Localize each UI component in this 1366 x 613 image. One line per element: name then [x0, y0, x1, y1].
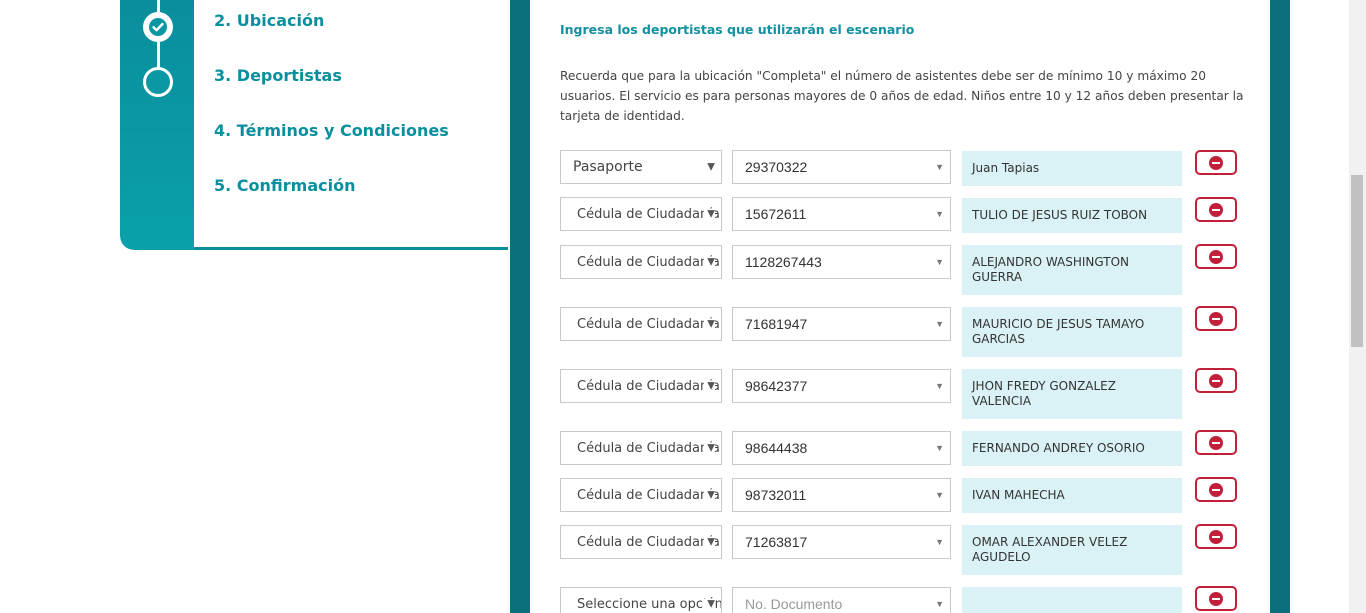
doc-number-field[interactable]: No. Documento ▼	[732, 587, 951, 613]
page: 2. Ubicación 3. Deportistas 4. Términos …	[0, 0, 1366, 613]
doc-number-field[interactable]: 71681947 ▼	[732, 307, 951, 341]
remove-athlete-button[interactable]	[1195, 430, 1237, 455]
athlete-name: JHON FREDY GONZALEZ VALENCIA	[962, 369, 1182, 419]
minus-circle-icon	[1209, 202, 1223, 217]
doc-number-value: 98642377	[745, 378, 808, 394]
doc-number-value: 15672611	[745, 206, 807, 222]
minus-circle-icon	[1209, 155, 1223, 170]
remove-athlete-button[interactable]	[1195, 368, 1237, 393]
minus-circle-icon	[1209, 529, 1223, 544]
dropdown-arrow-icon: ▼	[935, 599, 944, 609]
athlete-name: IVAN MAHECHA	[962, 478, 1182, 513]
scrollbar-thumb[interactable]	[1351, 175, 1363, 347]
doc-type-select[interactable]: Cédula de Ciudadanía ▼	[560, 525, 722, 559]
dropdown-arrow-icon: ▼	[935, 381, 944, 391]
doc-type-value: Cédula de Ciudadanía	[577, 206, 720, 222]
doc-type-value: Cédula de Ciudadanía	[577, 378, 720, 394]
athlete-name: ALEJANDRO WASHINGTON GUERRA	[962, 245, 1182, 295]
athlete-name	[962, 587, 1182, 613]
dropdown-arrow-icon: ▼	[704, 380, 715, 392]
athlete-name: OMAR ALEXANDER VELEZ AGUDELO	[962, 525, 1182, 575]
doc-number-field[interactable]: 15672611 ▼	[732, 197, 951, 231]
dropdown-arrow-icon: ▼	[704, 489, 715, 501]
doc-number-placeholder: No. Documento	[745, 596, 843, 612]
minus-circle-icon	[1209, 373, 1223, 388]
dropdown-arrow-icon: ▼	[704, 256, 715, 268]
dropdown-arrow-icon: ▼	[704, 598, 715, 610]
doc-type-select[interactable]: Cédula de Ciudadanía ▼	[560, 369, 722, 403]
remove-athlete-button[interactable]	[1195, 477, 1237, 502]
doc-number-value: 98644438	[745, 440, 808, 456]
dropdown-arrow-icon: ▼	[704, 442, 715, 454]
doc-type-value: Cédula de Ciudadanía	[577, 487, 720, 503]
doc-type-select[interactable]: Pasaporte ▼	[560, 150, 722, 184]
doc-type-select[interactable]: Cédula de Ciudadanía ▼	[560, 245, 722, 279]
doc-type-placeholder: Seleccione una opción	[577, 596, 722, 612]
step-label-ubicacion[interactable]: 2. Ubicación	[214, 11, 324, 30]
doc-type-value: Cédula de Ciudadanía	[577, 254, 720, 270]
doc-number-value: 98732011	[745, 487, 807, 503]
doc-type-value: Cédula de Ciudadanía	[577, 440, 720, 456]
doc-number-value: 1128267443	[745, 254, 822, 270]
step-current-circle-icon	[143, 67, 173, 97]
step-label-confirmacion[interactable]: 5. Confirmación	[214, 176, 355, 195]
athlete-name: Juan Tapias	[962, 151, 1182, 186]
minus-circle-icon	[1209, 311, 1223, 326]
doc-number-value: 29370322	[745, 159, 808, 175]
dropdown-arrow-icon: ▼	[935, 209, 944, 219]
doc-type-select[interactable]: Seleccione una opción ▼	[560, 587, 722, 613]
minus-circle-icon	[1209, 249, 1223, 264]
doc-type-value: Pasaporte	[573, 159, 643, 175]
doc-number-field[interactable]: 1128267443 ▼	[732, 245, 951, 279]
dropdown-arrow-icon: ▼	[935, 490, 944, 500]
minus-circle-icon	[1209, 591, 1223, 606]
form-title: Ingresa los deportistas que utilizarán e…	[560, 22, 915, 37]
dropdown-arrow-icon: ▼	[704, 536, 715, 548]
athlete-name: MAURICIO DE JESUS TAMAYO GARCIAS	[962, 307, 1182, 357]
step-label-deportistas[interactable]: 3. Deportistas	[214, 66, 342, 85]
minus-circle-icon	[1209, 482, 1223, 497]
athlete-name: TULIO DE JESUS RUIZ TOBON	[962, 198, 1182, 233]
step-completed-check-icon	[143, 12, 173, 42]
dropdown-arrow-icon: ▼	[935, 319, 944, 329]
doc-type-value: Cédula de Ciudadanía	[577, 316, 720, 332]
remove-athlete-button[interactable]	[1195, 586, 1237, 611]
doc-type-select[interactable]: Cédula de Ciudadanía ▼	[560, 431, 722, 465]
doc-number-field[interactable]: 98642377 ▼	[732, 369, 951, 403]
doc-type-select[interactable]: Cédula de Ciudadanía ▼	[560, 197, 722, 231]
doc-number-value: 71681947	[745, 316, 808, 332]
dropdown-arrow-icon: ▼	[704, 208, 715, 220]
doc-number-field[interactable]: 71263817 ▼	[732, 525, 951, 559]
steps-card-bottom-border	[194, 247, 508, 250]
remove-athlete-button[interactable]	[1195, 244, 1237, 269]
doc-type-select[interactable]: Cédula de Ciudadanía ▼	[560, 307, 722, 341]
dropdown-arrow-icon: ▼	[704, 161, 715, 173]
doc-number-value: 71263817	[745, 534, 808, 550]
dropdown-arrow-icon: ▼	[935, 537, 944, 547]
step-label-terminos[interactable]: 4. Términos y Condiciones	[214, 121, 449, 140]
minus-circle-icon	[1209, 435, 1223, 450]
dropdown-arrow-icon: ▼	[935, 257, 944, 267]
steps-card: 2. Ubicación 3. Deportistas 4. Términos …	[120, 0, 510, 250]
doc-number-field[interactable]: 29370322 ▼	[732, 150, 951, 184]
doc-type-value: Cédula de Ciudadanía	[577, 534, 720, 550]
doc-number-field[interactable]: 98732011 ▼	[732, 478, 951, 512]
doc-type-select[interactable]: Cédula de Ciudadanía ▼	[560, 478, 722, 512]
check-icon	[149, 18, 167, 36]
form-instructions: Recuerda que para la ubicación "Completa…	[560, 69, 1244, 123]
main-panel: Ingresa los deportistas que utilizarán e…	[510, 0, 1290, 613]
dropdown-arrow-icon: ▼	[935, 162, 944, 172]
athlete-name: FERNANDO ANDREY OSORIO	[962, 431, 1182, 466]
dropdown-arrow-icon: ▼	[704, 318, 715, 330]
dropdown-arrow-icon: ▼	[935, 443, 944, 453]
page-scrollbar[interactable]	[1349, 0, 1366, 613]
doc-number-field[interactable]: 98644438 ▼	[732, 431, 951, 465]
remove-athlete-button[interactable]	[1195, 150, 1237, 175]
remove-athlete-button[interactable]	[1195, 524, 1237, 549]
athletes-form: Ingresa los deportistas que utilizarán e…	[530, 0, 1270, 613]
remove-athlete-button[interactable]	[1195, 197, 1237, 222]
remove-athlete-button[interactable]	[1195, 306, 1237, 331]
